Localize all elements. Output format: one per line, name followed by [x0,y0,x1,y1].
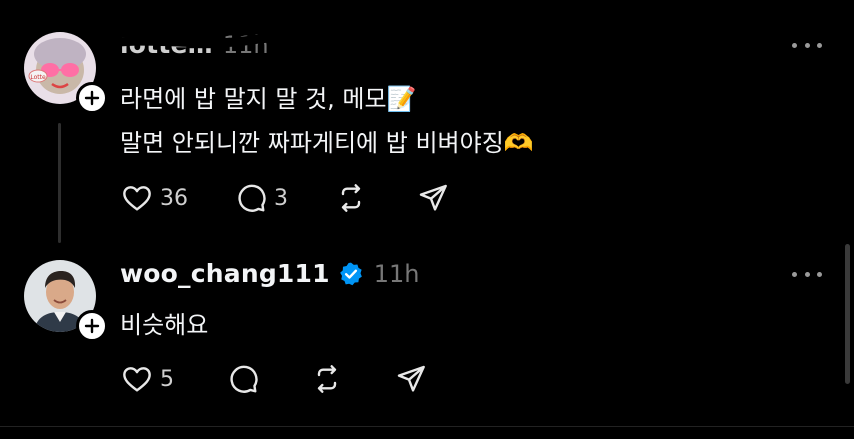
more-options-button[interactable] [792,267,822,281]
like-button[interactable]: 5 [120,363,174,395]
comment-icon [230,365,258,393]
avatar-container[interactable]: Lotte [24,32,108,114]
scrollbar[interactable] [845,244,850,384]
action-bar: 5 [120,363,428,395]
action-bar: 36 3 [120,182,450,214]
post-header: woo_chang111 11h [120,259,419,288]
like-count: 5 [160,366,174,392]
share-icon [397,365,425,392]
repost-button[interactable] [334,182,368,214]
timestamp: 11h [373,259,420,288]
thread-connector-line [58,123,61,243]
reply-count: 3 [274,185,288,211]
more-icon [792,42,797,48]
repost-icon [341,184,361,212]
share-button[interactable] [416,182,450,214]
post-text: 비슷해요 [120,311,209,339]
follow-plus-button[interactable] [76,82,108,114]
repost-icon [317,365,337,393]
more-options-button[interactable] [792,38,822,52]
post-text-line-2: 말면 안되니깐 짜파게티에 밥 비벼야징🫶 [120,129,534,157]
like-button[interactable]: 36 [120,182,188,214]
like-count: 36 [160,185,188,211]
thread-post-1: Lotte lotte… 11h 라면에 밥 말지 말 것, 메모📝 말면 안되… [0,0,854,245]
verified-icon [339,262,362,285]
avatar-container[interactable] [24,260,108,342]
post-text-line-1: 라면에 밥 말지 말 것, 메모📝 [120,85,417,113]
username[interactable]: woo_chang111 [120,259,330,288]
heart-icon [123,186,151,211]
thread-post-2: woo_chang111 11h 비슷해요 5 [0,245,854,439]
svg-text:Lotte: Lotte [30,74,46,81]
plus-icon [84,318,100,334]
share-button[interactable] [394,363,428,395]
share-icon [419,184,447,211]
repost-button[interactable] [310,363,344,395]
heart-icon [123,367,151,392]
username-redaction [92,20,360,49]
bottom-divider [0,426,854,427]
follow-plus-button[interactable] [76,310,108,342]
comment-icon [238,184,266,212]
reply-button[interactable]: 3 [234,182,288,214]
more-icon [792,271,797,277]
reply-button[interactable] [226,363,260,395]
plus-icon [84,90,100,106]
